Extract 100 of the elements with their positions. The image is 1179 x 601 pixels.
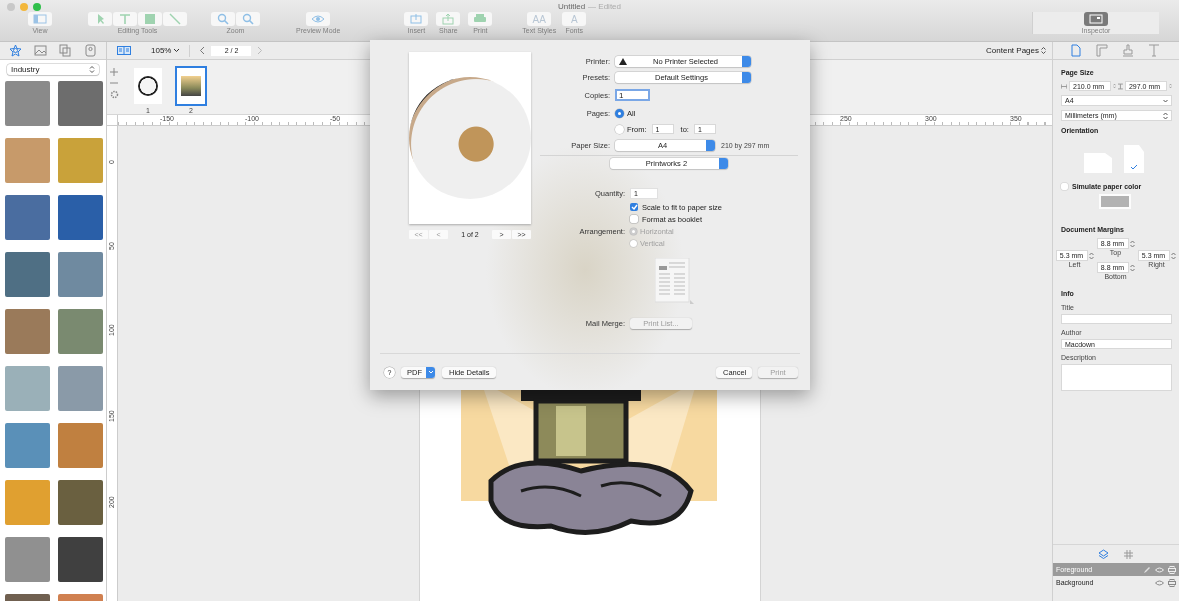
clipart-thumbnail[interactable] <box>5 480 50 525</box>
page-thumbnail[interactable] <box>175 66 207 106</box>
caret-icon <box>427 370 434 374</box>
clipart-thumbnail[interactable] <box>58 195 103 240</box>
clipart-thumbnail[interactable] <box>5 423 50 468</box>
clipart-thumbnail[interactable] <box>5 81 50 126</box>
checkmark-icon <box>630 204 638 210</box>
toolbar-button[interactable] <box>306 12 331 26</box>
printer-icon[interactable] <box>1168 578 1176 587</box>
radio-button[interactable] <box>615 124 624 134</box>
inspector-tab[interactable] <box>1122 44 1134 57</box>
height-icon <box>1118 81 1123 91</box>
copies-field[interactable]: 1 <box>615 89 650 101</box>
pages-icon <box>59 44 72 57</box>
toolbar-button[interactable] <box>211 12 235 26</box>
text-tool-icon <box>118 13 132 25</box>
zoom-dropdown[interactable]: 105% <box>151 46 181 55</box>
next-page-icon[interactable] <box>257 46 264 55</box>
clipart-thumbnail[interactable] <box>58 366 103 411</box>
eye-icon <box>311 13 326 25</box>
clipart-thumbnail[interactable] <box>5 366 50 411</box>
toolbar-button[interactable] <box>88 12 112 26</box>
clipart-thumbnail[interactable] <box>5 195 50 240</box>
add-icon[interactable] <box>110 68 118 76</box>
line-icon <box>168 13 182 25</box>
description-field[interactable] <box>1061 364 1172 391</box>
photo-placeholder <box>181 76 201 96</box>
toolbar-button[interactable] <box>436 12 461 26</box>
toolbar-button[interactable] <box>404 12 429 26</box>
zoom-button[interactable] <box>33 3 41 11</box>
square-icon <box>143 13 157 25</box>
clipart-thumbnail[interactable] <box>5 138 50 183</box>
inspector-tab[interactable] <box>1070 44 1082 57</box>
popup-arrows-icon <box>706 140 715 151</box>
share-icon <box>441 13 456 25</box>
toolbar-button[interactable] <box>138 12 162 26</box>
library-tab[interactable] <box>34 44 47 57</box>
inspector-tab[interactable] <box>1096 44 1108 57</box>
clipart-thumbnail[interactable] <box>5 309 50 354</box>
text-field[interactable] <box>1061 314 1172 324</box>
toolbar-button[interactable] <box>163 12 187 26</box>
clipart-thumbnail[interactable] <box>58 81 103 126</box>
clipart-thumbnail[interactable] <box>58 537 103 582</box>
layer-tab[interactable] <box>1123 549 1134 560</box>
width-icon <box>1061 82 1068 90</box>
clipart-thumbnail[interactable] <box>5 252 50 297</box>
stepper-icon[interactable] <box>1129 263 1135 272</box>
toolbar-button[interactable] <box>236 12 260 26</box>
clipart-thumbnail[interactable] <box>58 309 103 354</box>
flower-icon <box>9 44 22 57</box>
stepper-icon <box>89 65 95 74</box>
pencil-icon[interactable] <box>1143 565 1151 574</box>
color-well[interactable] <box>1101 196 1129 207</box>
minimize-button[interactable] <box>20 3 28 11</box>
checkbox[interactable] <box>630 215 638 223</box>
stepper-icon[interactable] <box>1170 251 1176 260</box>
gear-icon[interactable] <box>109 90 119 99</box>
category-dropdown[interactable]: Industry <box>7 64 99 75</box>
checkbox[interactable] <box>1061 183 1068 190</box>
library-tab[interactable] <box>59 44 72 57</box>
toolbar-button[interactable] <box>113 12 137 26</box>
content-pages-dropdown[interactable]: Content Pages <box>986 46 1046 55</box>
popup-arrows-icon <box>742 71 751 83</box>
stepper-icon <box>1041 46 1046 55</box>
printer-icon <box>473 13 488 25</box>
text-icon <box>1148 44 1160 57</box>
image-icon <box>34 44 47 57</box>
magnifier-icon <box>241 13 255 25</box>
toolbar-button[interactable] <box>28 12 52 26</box>
inspector-button[interactable] <box>1084 12 1108 26</box>
layer-tab[interactable] <box>1098 549 1109 560</box>
brush-icon <box>1122 44 1134 57</box>
close-button[interactable] <box>7 3 15 11</box>
previous-page-icon[interactable] <box>199 46 206 55</box>
toolbar-button[interactable] <box>468 12 493 26</box>
checkbox[interactable] <box>630 203 638 211</box>
clipart-thumbnail[interactable] <box>58 138 103 183</box>
contact-icon <box>84 44 97 57</box>
radio-button[interactable] <box>615 108 624 118</box>
checkmark-icon <box>1130 164 1138 170</box>
popup-arrows-icon <box>719 158 728 169</box>
library-tab[interactable] <box>84 44 97 57</box>
window-title: Untitled <box>558 2 586 11</box>
book-icon <box>117 46 131 55</box>
caret-icon <box>1163 98 1168 103</box>
clipart-thumbnail[interactable] <box>58 423 103 468</box>
stepper-icon[interactable] <box>1088 251 1094 260</box>
inspector-tab[interactable] <box>1148 44 1160 57</box>
printer-icon[interactable] <box>1168 565 1176 574</box>
portrait-option[interactable] <box>1124 145 1144 173</box>
stepper-icon[interactable] <box>1129 239 1135 248</box>
clipart-thumbnail[interactable] <box>58 480 103 525</box>
page-view-button[interactable] <box>117 46 131 55</box>
magnifier-icon <box>216 13 230 25</box>
panel-icon <box>1089 14 1103 24</box>
clipart-thumbnail[interactable] <box>58 252 103 297</box>
layers-icon <box>1098 549 1109 560</box>
clipart-thumbnail[interactable] <box>5 537 50 582</box>
library-tab[interactable] <box>9 44 22 57</box>
stepper-icon[interactable] <box>1113 82 1117 90</box>
